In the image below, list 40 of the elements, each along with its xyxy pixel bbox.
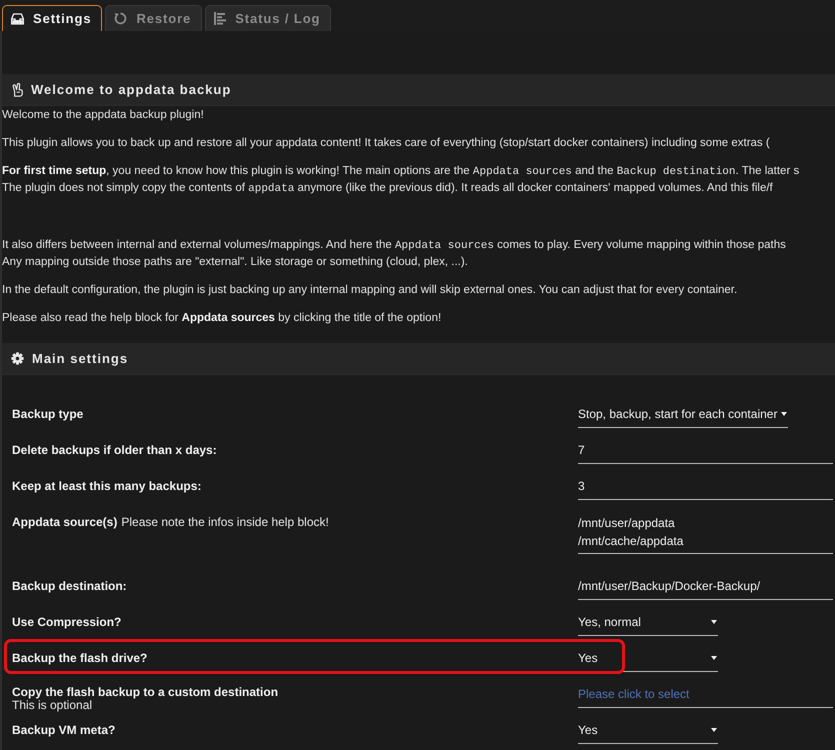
paragraph: Welcome to the appdata backup plugin! [2, 108, 205, 123]
setting-label: Backup VM meta? [12, 723, 116, 737]
setting-label: Appdata source(s) [12, 515, 118, 529]
caret-icon [711, 728, 717, 732]
caret-icon [711, 620, 717, 624]
text-area[interactable]: /mnt/user/appdata /mnt/cache/appdata [578, 513, 833, 554]
tab[interactable]: Restore [105, 5, 202, 31]
section-title: Main settings [32, 351, 128, 366]
setting-label: Keep at least this many backups: [12, 479, 202, 493]
caret-icon [781, 412, 788, 416]
setting-label: Delete backups if older than x days: [12, 443, 217, 457]
dropdown[interactable]: Yes [578, 721, 718, 744]
text-field[interactable]: 7 [578, 441, 833, 464]
list-lines-icon [214, 12, 226, 25]
paragraph: It also differs between internal and external volumes/mappings. And here the Appdata sources comes to play. Every volume mapping within those paths Any mapping outside those paths are "external". Like storage or something (cloud, plex, ...). [2, 238, 787, 270]
dropdown[interactable]: Yes [578, 649, 718, 672]
paragraph: Please also read the help block for Appdata sources by clicking the title of the option! [2, 311, 442, 326]
paragraph: For first time setup, you need to know how this plugin is working! The main options are the Appdata sources and the Backup destination. The latter s The plugin does not simply copy the contents of appdata anymore (like the previous did). It reads all docker containers' mapped volumes. And this file/f [2, 164, 800, 197]
text-field[interactable]: /mnt/user/Backup/Docker-Backup/ [578, 577, 833, 600]
section-title: Welcome to appdata backup [31, 82, 232, 97]
label-hint: This is optional [12, 699, 94, 712]
settings-icon [11, 352, 24, 365]
setting-label: Copy the flash backup to a custom destination [12, 685, 278, 699]
path-picker-field[interactable]: Please click to select [578, 685, 833, 708]
tab[interactable]: Settings [2, 5, 102, 31]
setting-label: Use Compression? [12, 615, 122, 629]
peace-hand-icon [11, 82, 23, 96]
setting-label: Backup the flash drive? [12, 651, 148, 665]
paragraph: This plugin allows you to back up and restore all your appdata content! It takes care of everything (stop/start docker containers) including some extras ( [2, 136, 771, 151]
circular-arrow-icon [114, 12, 128, 25]
setting-label: Backup type [12, 407, 84, 421]
text-field[interactable]: 3 [578, 477, 833, 500]
tray-icon [11, 12, 24, 24]
dropdown[interactable]: Yes, normal [578, 613, 718, 636]
tab[interactable]: Status / Log [205, 5, 332, 31]
paragraph: In the default configuration, the plugin is just backing up any internal mapping and will skip external ones. You can adjust that for every container. [2, 283, 738, 298]
label-note: Please note the infos inside help block! [121, 515, 329, 529]
caret-icon [711, 656, 717, 660]
dropdown[interactable]: Stop, backup, start for each container [578, 405, 788, 428]
setting-label: Backup destination: [12, 579, 127, 593]
